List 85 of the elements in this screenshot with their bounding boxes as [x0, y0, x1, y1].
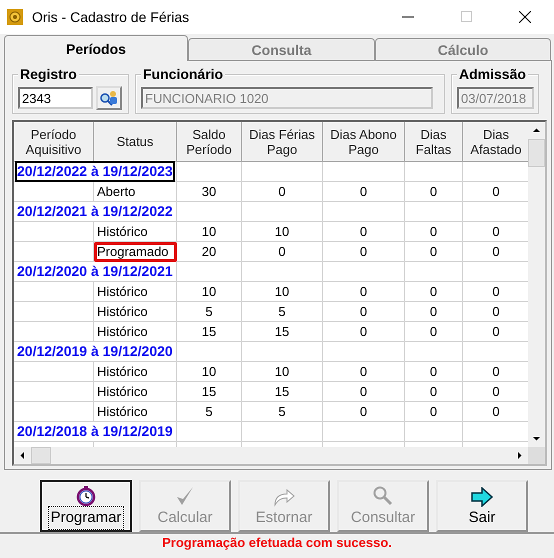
- search-icon: [372, 485, 394, 507]
- table-cell: 20: [177, 242, 242, 262]
- field-label: Admissão: [457, 66, 528, 82]
- table-cell: Histórico: [94, 282, 177, 302]
- table-cell: [405, 262, 463, 282]
- table-cell: 15: [177, 382, 242, 402]
- table-cell: [405, 162, 463, 182]
- table-cell: Histórico: [94, 382, 177, 402]
- action-button[interactable]: Programar: [40, 480, 132, 532]
- table-cell: 0: [323, 182, 405, 202]
- table-cell: 0: [323, 222, 405, 242]
- table-cell: 0: [323, 242, 405, 262]
- table-cell: Histórico: [94, 362, 177, 382]
- close-icon[interactable]: [519, 11, 531, 23]
- window-title: Oris - Cadastro de Férias: [32, 9, 190, 25]
- table-cell: 0: [323, 402, 405, 422]
- field-label: Registro: [18, 66, 79, 82]
- column-header[interactable]: Período Aquisitivo: [14, 122, 94, 162]
- table-cell: 5: [177, 402, 242, 422]
- table-cell: 30: [177, 182, 242, 202]
- table-cell: Histórico: [94, 402, 177, 422]
- period-label[interactable]: 20/12/2018 à 19/12/2019: [17, 423, 173, 440]
- search-button[interactable]: [96, 86, 122, 110]
- table-cell: 10: [242, 282, 323, 302]
- scroll-thumb[interactable]: [528, 139, 545, 167]
- table-cell: 10: [177, 282, 242, 302]
- column-header[interactable]: Dias Afastado: [463, 122, 528, 162]
- column-header[interactable]: Dias Férias Pago: [242, 122, 323, 162]
- table-cell: 15: [242, 382, 323, 402]
- search-person-icon: [99, 89, 119, 107]
- period-label[interactable]: 20/12/2020 à 19/12/2021: [17, 263, 173, 280]
- horizontal-scrollbar[interactable]: [14, 447, 528, 464]
- table-cell: 0: [405, 282, 463, 302]
- table-cell: 0: [405, 302, 463, 322]
- table-cell: [405, 342, 463, 362]
- right-arrow-icon: [470, 487, 494, 507]
- table-cell: 5: [242, 402, 323, 422]
- table-cell: Aberto: [94, 182, 177, 202]
- table-cell: Programado: [94, 242, 177, 262]
- scrollbar-corner: [528, 447, 545, 464]
- field-label: Funcionário: [141, 66, 226, 82]
- table-cell: 0: [405, 222, 463, 242]
- period-label[interactable]: 20/12/2019 à 19/12/2020: [17, 343, 173, 360]
- column-header[interactable]: Dias Faltas: [405, 122, 463, 162]
- app-icon: [7, 9, 23, 25]
- table-cell: 0: [323, 282, 405, 302]
- scroll-thumb[interactable]: [31, 447, 51, 464]
- table-cell: 5: [242, 302, 323, 322]
- table-cell: 0: [405, 382, 463, 402]
- tab[interactable]: Cálculo: [375, 38, 551, 60]
- status-message: Programação efetuada com sucesso.: [162, 535, 392, 550]
- table-cell: 5: [177, 302, 242, 322]
- table-cell: 10: [177, 362, 242, 382]
- table-cell: 0: [405, 322, 463, 342]
- table-cell: 0: [242, 182, 323, 202]
- period-label[interactable]: 20/12/2021 à 19/12/2022: [17, 203, 173, 220]
- table-cell: 0: [323, 322, 405, 342]
- table-cell: 15: [177, 322, 242, 342]
- table-cell: 10: [242, 222, 323, 242]
- table-cell: [405, 202, 463, 222]
- action-button[interactable]: Sair: [436, 480, 528, 532]
- table-cell: 10: [177, 222, 242, 242]
- table-cell: 0: [242, 242, 323, 262]
- tab[interactable]: Consulta: [188, 38, 375, 60]
- input-field[interactable]: 2343: [18, 87, 93, 109]
- table-cell: Histórico: [94, 322, 177, 342]
- table-cell: 0: [323, 382, 405, 402]
- table-cell: Histórico: [94, 302, 177, 322]
- table-cell: 0: [323, 362, 405, 382]
- table-cell: 0: [405, 182, 463, 202]
- table-cell: 0: [405, 402, 463, 422]
- tab[interactable]: Períodos: [4, 35, 188, 61]
- period-label[interactable]: 20/12/2022 à 19/12/2023: [17, 163, 173, 180]
- table-cell: 10: [242, 362, 323, 382]
- alarm-clock-icon: [75, 485, 97, 507]
- table-cell: 0: [405, 242, 463, 262]
- table-cell: 0: [323, 302, 405, 322]
- vertical-scrollbar[interactable]: [528, 122, 545, 447]
- table-cell: 0: [405, 362, 463, 382]
- column-header[interactable]: Status: [94, 122, 177, 162]
- table-cell: 15: [242, 322, 323, 342]
- table-cell: Histórico: [94, 222, 177, 242]
- column-header[interactable]: Saldo Período: [177, 122, 242, 162]
- curved-arrow-icon: [272, 487, 296, 507]
- column-header[interactable]: Dias Abono Pago: [323, 122, 405, 162]
